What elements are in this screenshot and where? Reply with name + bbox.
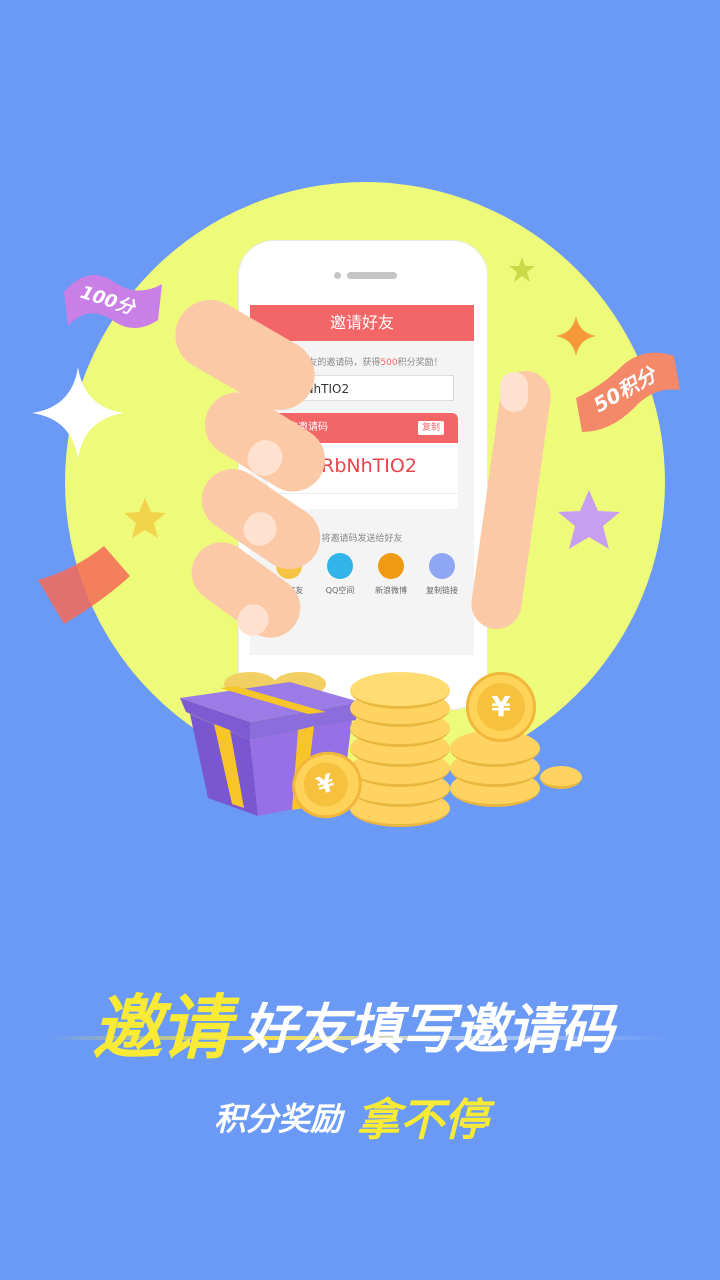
thumb-nail xyxy=(500,372,528,412)
share-copy-link[interactable]: 复制链接 xyxy=(417,553,467,596)
share-label: 新浪微博 xyxy=(375,586,407,595)
ribbon-red-icon xyxy=(38,546,130,624)
qzone-icon xyxy=(327,553,353,579)
sparkle-icon xyxy=(32,367,124,459)
subheadline-accent: 拿不停 xyxy=(356,1095,488,1146)
headline-text: 好友填写邀请码 xyxy=(242,998,614,1061)
coin-flat xyxy=(540,766,582,789)
share-qzone[interactable]: QQ空间 xyxy=(315,553,365,596)
copy-button[interactable]: 复制 xyxy=(418,421,444,435)
screen-title: 邀请好友 xyxy=(250,305,474,341)
share-label: QQ空间 xyxy=(325,586,355,595)
coin-standing: ¥ xyxy=(466,672,536,742)
phone-speaker xyxy=(347,272,397,279)
share-label: 复制链接 xyxy=(426,586,458,595)
fill-hint-points: 500 xyxy=(380,358,398,368)
yuan-icon: ¥ xyxy=(297,756,354,813)
weibo-icon xyxy=(378,553,404,579)
star-yellow-icon xyxy=(124,498,166,538)
fill-hint-suffix: 积分奖励！ xyxy=(397,358,443,368)
share-weibo[interactable]: 新浪微博 xyxy=(366,553,416,596)
phone-camera xyxy=(334,272,341,279)
divider xyxy=(268,493,458,494)
headline-accent: 邀请 xyxy=(92,987,230,1069)
subheadline-text: 积分奖励 xyxy=(214,1100,343,1138)
star-small-icon xyxy=(509,257,535,282)
coin-top xyxy=(350,672,450,709)
copy-link-icon xyxy=(429,553,455,579)
star-purple-icon xyxy=(558,490,620,549)
yuan-icon: ¥ xyxy=(477,683,525,731)
